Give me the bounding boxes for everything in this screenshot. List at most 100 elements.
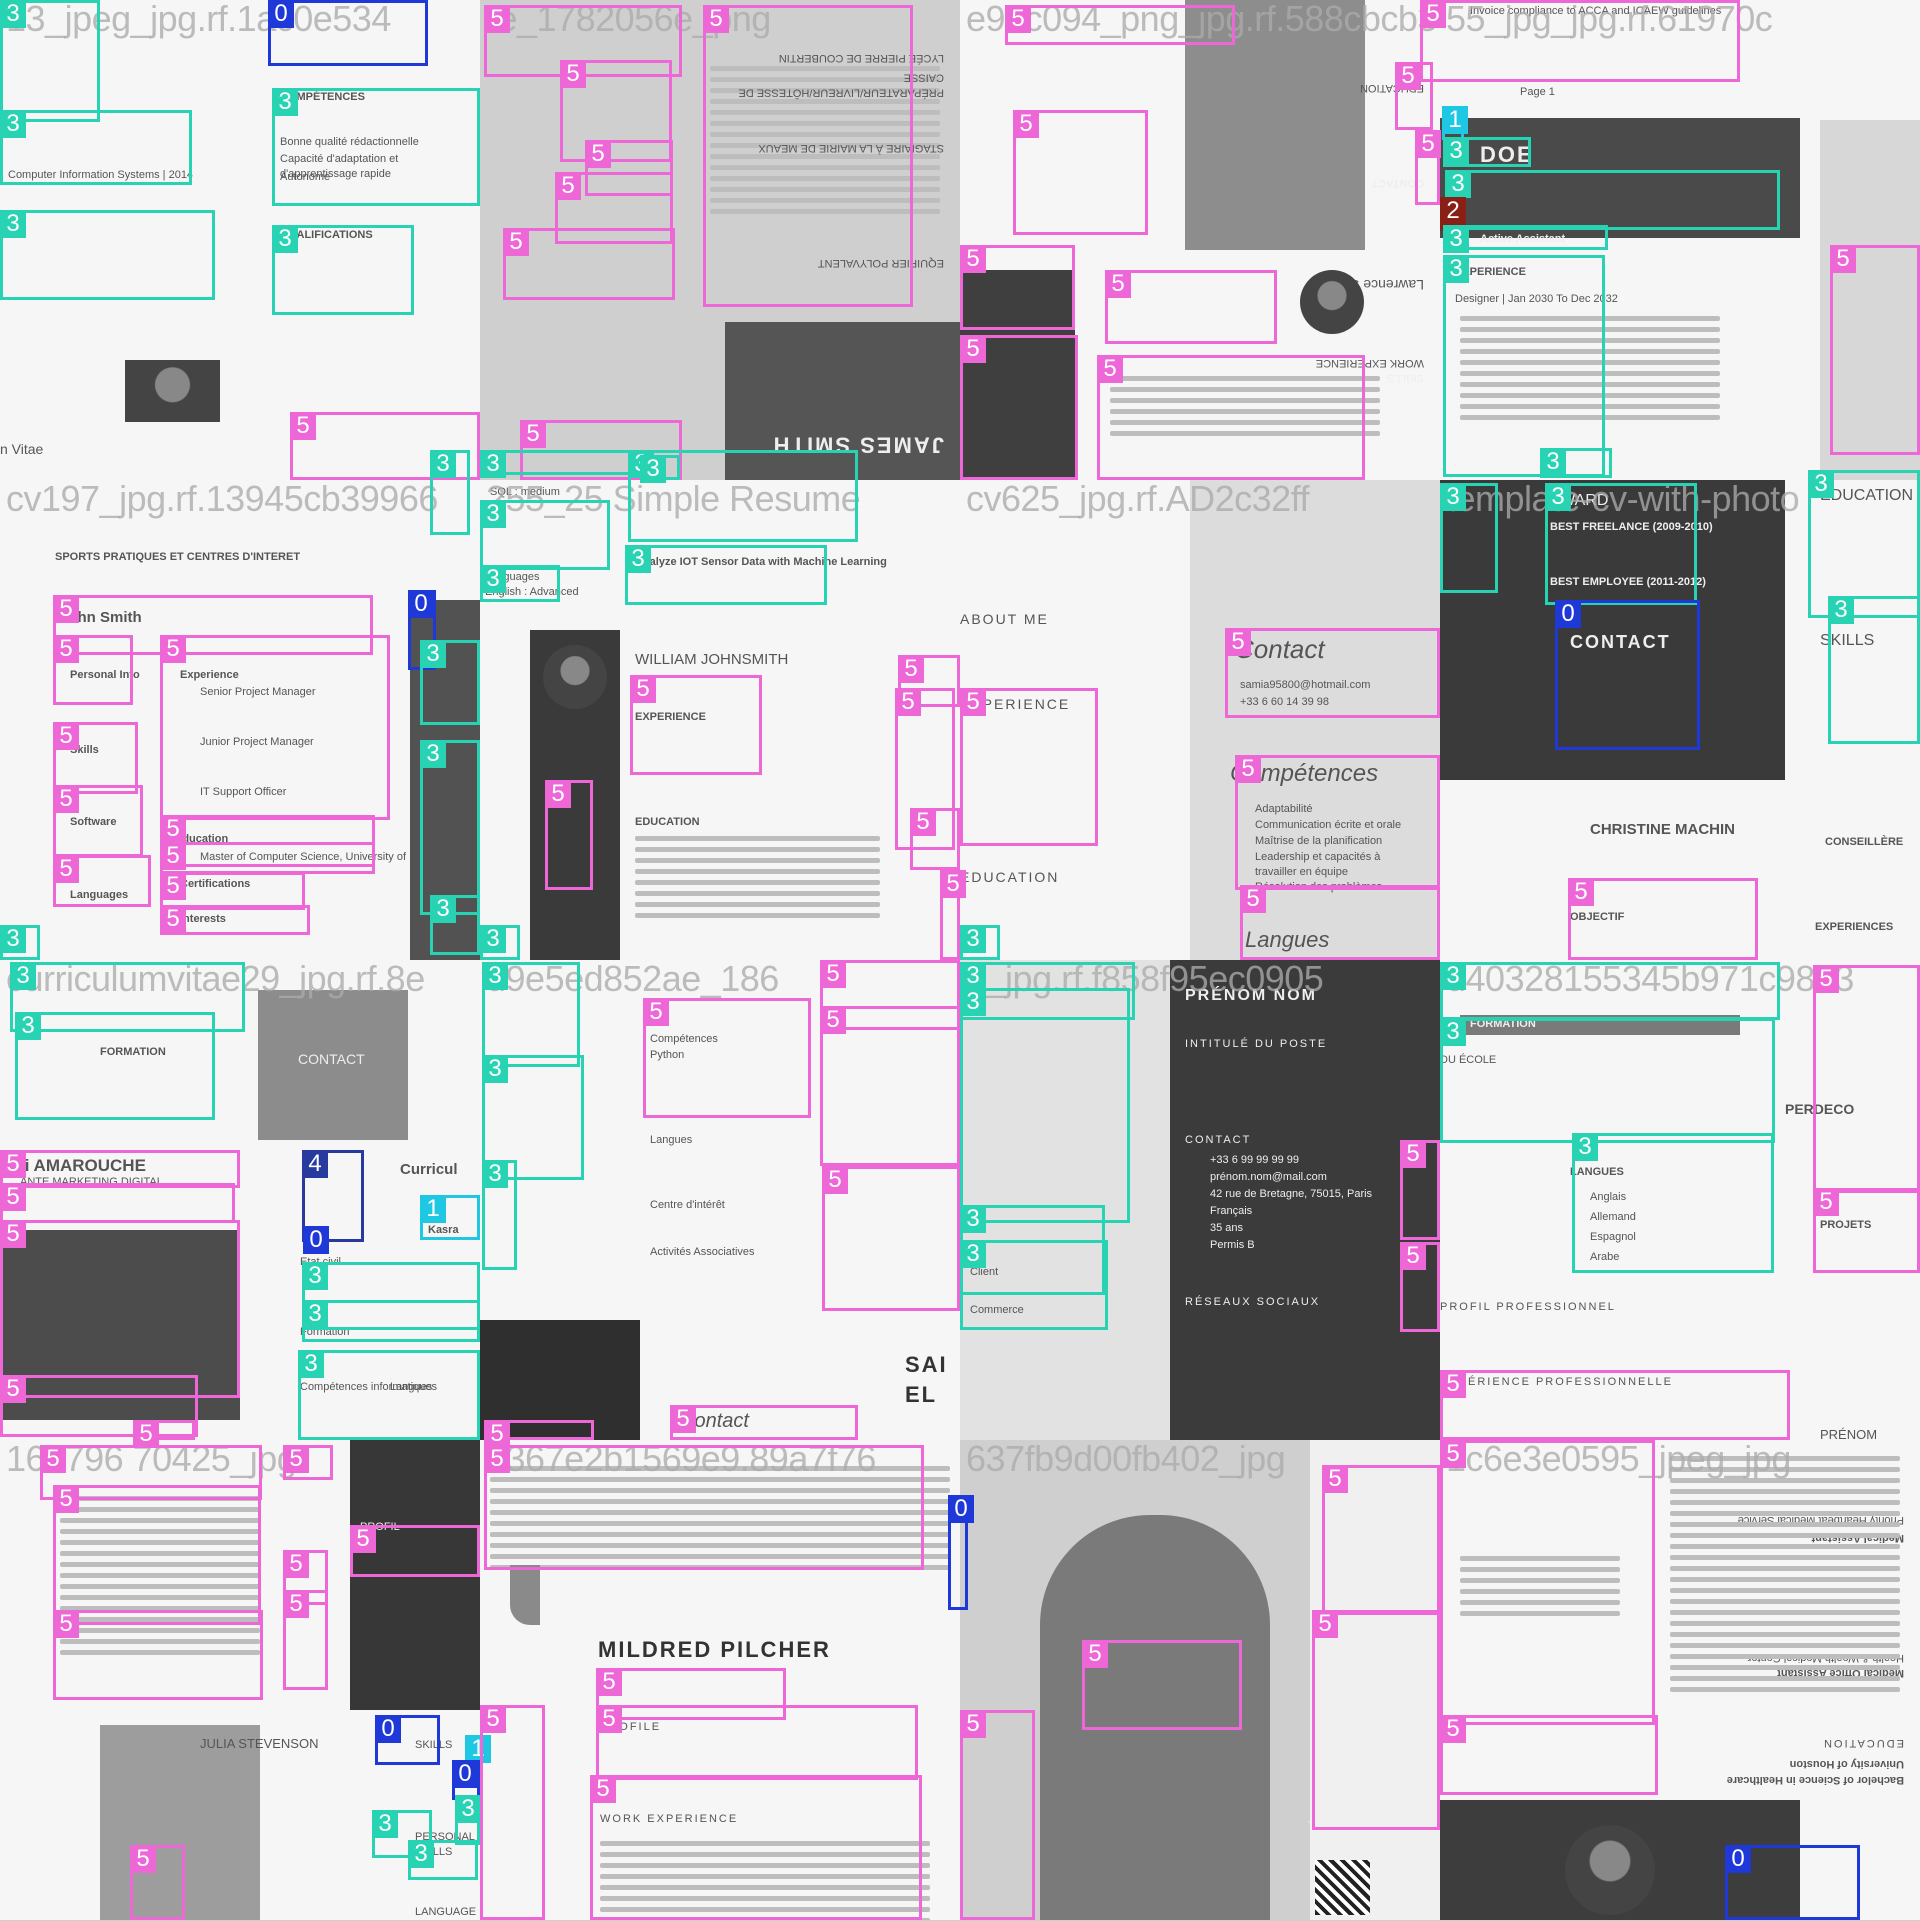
class-label: 5 [1235,755,1261,783]
tile-line: PROFIL PROFESSIONNEL [1440,1301,1616,1313]
class-label: 3 [1440,483,1466,511]
class-label: 1 [1442,106,1468,134]
class-label: 5 [484,1445,510,1473]
tile-watermark: 637fb9d00fb402_jpg [966,1440,1286,1479]
annotation-box: 5 [1395,62,1433,130]
annotation-box: 5 [1082,1640,1242,1730]
class-label: 5 [0,1220,26,1248]
annotation-box: 3 [0,0,100,122]
class-label: 5 [53,855,79,883]
class-label: 0 [303,1226,329,1254]
annotation-box: 5 [1420,0,1740,82]
tile-line: EXPERIENCES [1815,921,1894,933]
class-label: 5 [1005,5,1031,33]
annotation-box: 0 [1725,1845,1860,1920]
class-label: 3 [1443,225,1469,253]
class-label: 5 [160,905,186,933]
annotation-box: 5 [283,1590,328,1690]
class-label: 3 [15,1012,41,1040]
annotation-box: 3 [430,450,470,535]
class-label: 0 [375,1715,401,1743]
annotation-box: 5 [960,688,1098,846]
annotation-box: 3 [430,895,480,955]
class-label: 5 [1013,110,1039,138]
annotation-box: 1 [1442,106,1468,140]
annotation-box: 5 [53,1610,263,1700]
class-label: 5 [1097,355,1123,383]
annotation-box: 3 [1443,225,1608,253]
annotation-box: 5 [160,635,390,820]
annotation-box: 5 [53,855,151,907]
annotation-box: 0 [268,0,428,66]
annotation-box: 5 [545,780,593,890]
tile-line: +33 6 99 99 99 99 [1210,1154,1299,1166]
annotation-box: 5 [820,1006,960,1166]
annotation-box: 3 [0,925,40,960]
class-label: 5 [585,140,611,168]
annotation-box: 3 [480,565,560,602]
annotation-box: 0 [1555,600,1700,750]
class-label: 3 [0,925,26,953]
tile-line: 42 rue de Bretagne, 75015, Paris [1210,1188,1373,1200]
class-label: 3 [1445,170,1471,198]
class-label: 5 [560,60,586,88]
annotation-box: 3 [298,1350,480,1440]
class-label: 5 [480,1705,506,1733]
tile-line: Page 1 [1520,86,1555,98]
annotation-box: 3 [480,500,610,570]
class-label: 3 [372,1810,398,1838]
annotation-box: 3 [420,740,480,915]
class-label: 5 [53,1485,79,1513]
class-label: 5 [630,675,656,703]
class-label: 5 [960,335,986,363]
tile-heading: MILDRED PILCHER [598,1637,831,1662]
annotation-box: 3 [1828,596,1920,744]
annotation-box: 5 [630,675,762,775]
tile-line: SAI EL [905,1352,948,1407]
class-label: 5 [290,412,316,440]
class-label: 5 [940,870,966,898]
class-label: 3 [0,0,26,28]
class-label: 3 [420,740,446,768]
class-label: 3 [480,500,506,528]
annotation-box: 5 [0,1183,235,1223]
annotation-box: 3 [0,210,215,300]
class-label: 5 [822,1166,848,1194]
annotation-box: 5 [1440,1440,1655,1725]
class-label: 3 [960,925,986,953]
class-label: 5 [1105,270,1131,298]
class-label: 3 [272,225,298,253]
class-label: 3 [960,1205,986,1233]
class-label: 0 [408,590,434,618]
class-label: 5 [130,1845,156,1873]
class-label: 3 [420,640,446,668]
annotation-box: 5 [670,1405,858,1440]
class-label: 5 [703,5,729,33]
annotation-box: 0 [452,1760,480,1800]
class-label: 5 [1395,62,1421,90]
class-label: 3 [0,110,26,138]
annotation-box: 5 [960,335,1078,480]
class-label: 4 [302,1150,328,1178]
class-label: 0 [452,1760,478,1788]
class-label: 5 [53,1610,79,1638]
annotation-box: 5 [1400,1140,1440,1240]
annotation-box: 3 [960,988,1130,1223]
class-label: 5 [1830,245,1856,273]
tile-line: CONSEILLÈRE [1825,836,1904,848]
class-label: 5 [590,1775,616,1803]
class-label: 5 [670,1405,696,1433]
annotation-box: 3 [1443,137,1531,167]
tile-watermark: cv197_jpg.rf.13945cb39966 [6,480,438,519]
annotation-box: 5 [53,1485,261,1625]
annotation-box: 5 [822,1166,960,1311]
annotation-box: 3 [1445,170,1780,230]
class-label: 3 [480,450,506,478]
class-label: 5 [0,1375,26,1403]
class-label: 3 [1540,448,1566,476]
annotation-box: 5 [1005,5,1235,45]
class-label: 5 [283,1590,309,1618]
class-label: 5 [596,1705,622,1733]
class-label: 5 [960,245,986,273]
tile-heading: PRÉNOM NOM [1185,987,1317,1004]
